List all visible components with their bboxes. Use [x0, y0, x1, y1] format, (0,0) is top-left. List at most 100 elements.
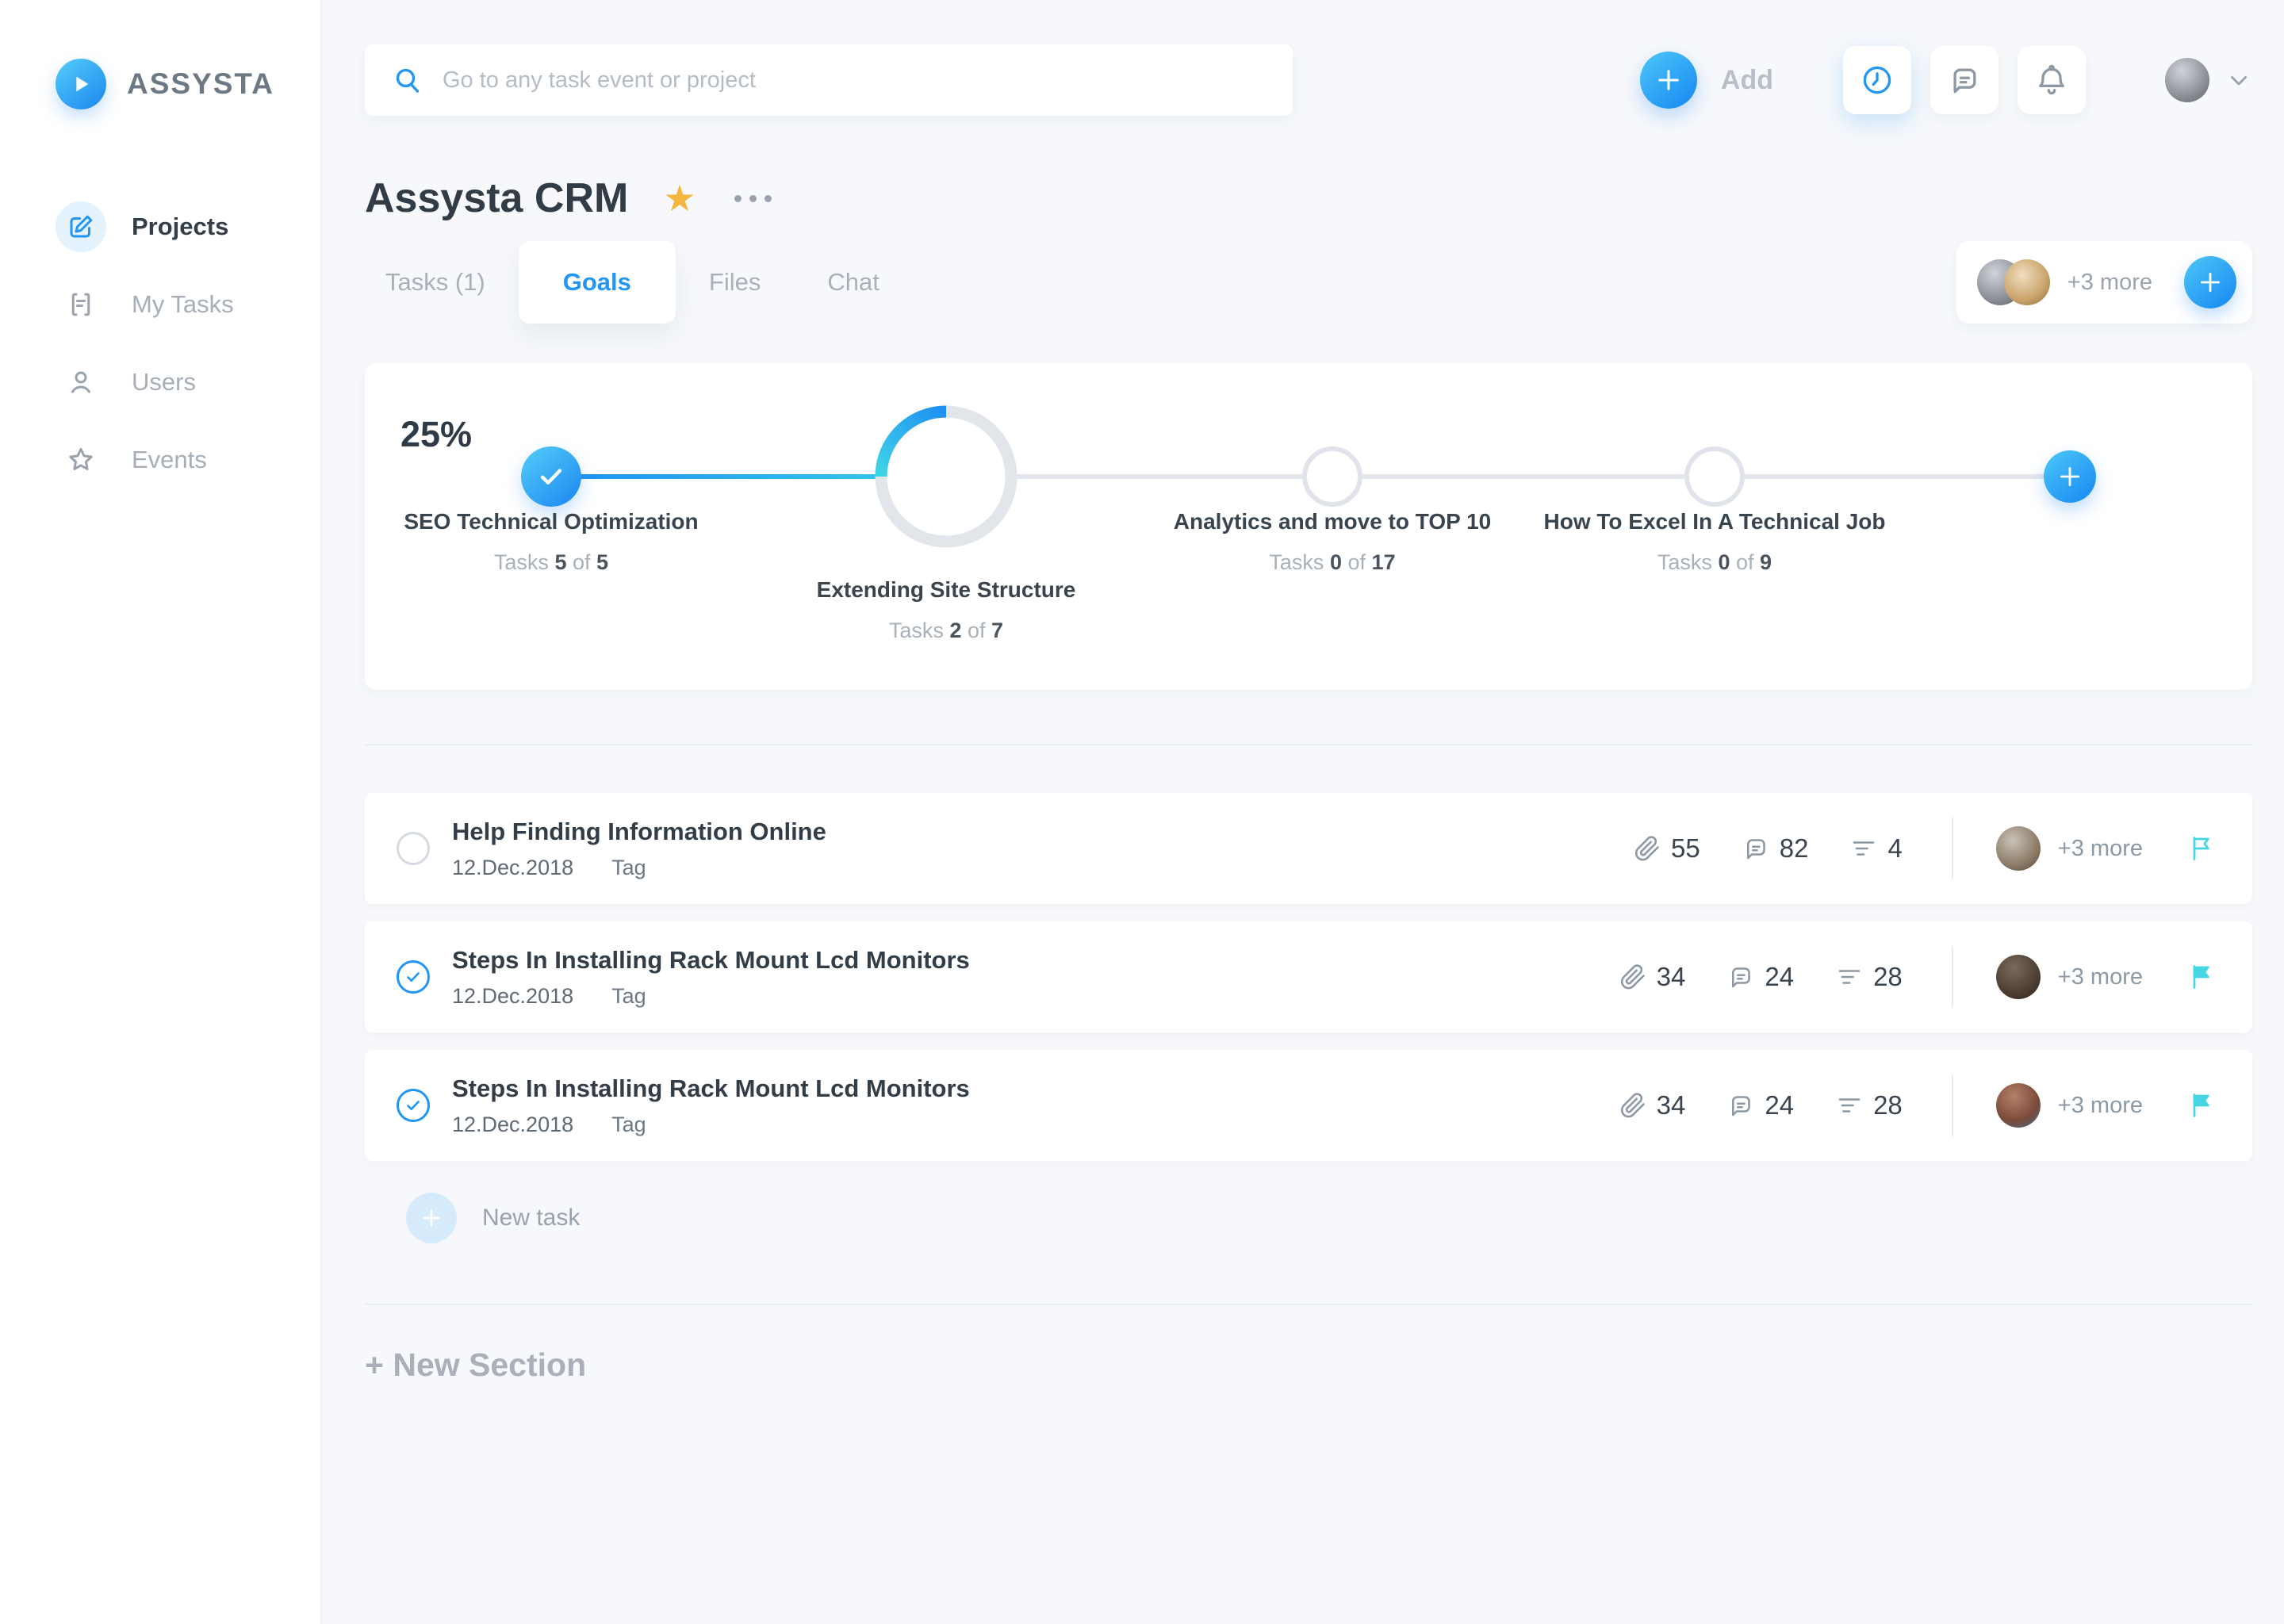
task-text: Steps In Installing Rack Mount Lcd Monit… — [452, 946, 970, 1009]
paperclip-icon — [1619, 1091, 1647, 1120]
milestone-pending-icon[interactable] — [1302, 446, 1362, 507]
sidebar-item-users[interactable]: Users — [56, 357, 320, 408]
flag-icon[interactable] — [2187, 834, 2216, 863]
task-tag[interactable]: Tag — [611, 1113, 646, 1137]
attachments-stat: 55 — [1633, 833, 1700, 864]
task-meta: 12.Dec.2018 Tag — [452, 1113, 970, 1137]
sidebar: ASSYSTA Projects My Tasks Users — [0, 0, 322, 1624]
milestone-label: Extending Site Structure Tasks 2 of 7 — [669, 577, 1224, 643]
new-section-button[interactable]: + New Section — [365, 1346, 586, 1384]
flag-icon[interactable] — [2187, 1091, 2216, 1120]
avatar — [2004, 259, 2050, 305]
play-logo-icon — [56, 59, 106, 109]
user-icon — [56, 357, 106, 408]
assignee-avatar[interactable] — [1996, 1083, 2041, 1128]
assignee-avatar[interactable] — [1996, 955, 2041, 999]
comments-stat: 82 — [1742, 833, 1809, 864]
milestone-progress: Tasks 2 of 7 — [669, 619, 1224, 643]
assignees-more-label[interactable]: +3 more — [2058, 1093, 2143, 1119]
task-tag[interactable]: Tag — [611, 856, 646, 880]
paperclip-icon — [1633, 834, 1661, 863]
add-button[interactable] — [1640, 52, 1697, 109]
paperclip-icon — [1619, 963, 1647, 991]
app-name: ASSYSTA — [127, 67, 274, 101]
task-date: 12.Dec.2018 — [452, 856, 573, 880]
task-stats: 34 24 28 +3 more — [1619, 1074, 2216, 1136]
chat-bubble-icon — [1726, 963, 1755, 991]
task-text: Steps In Installing Rack Mount Lcd Monit… — [452, 1074, 970, 1137]
task-row[interactable]: Steps In Installing Rack Mount Lcd Monit… — [365, 1050, 2252, 1161]
search-input[interactable] — [443, 67, 1266, 94]
milestone-title: SEO Technical Optimization — [274, 509, 829, 534]
milestone-title: How To Excel In A Technical Job — [1437, 509, 1992, 534]
task-checkbox[interactable] — [397, 1089, 430, 1122]
subtasks-stat: 28 — [1835, 1090, 1903, 1120]
main-area: Add — [322, 0, 2284, 1624]
comments-stat: 24 — [1726, 962, 1794, 992]
page-title: Assysta CRM — [365, 174, 628, 222]
add-milestone-button[interactable] — [2044, 450, 2096, 503]
tab-goals[interactable]: Goals — [519, 241, 676, 324]
new-task-button[interactable]: New task — [365, 1178, 2252, 1258]
milestone-title: Extending Site Structure — [669, 577, 1224, 603]
subtasks-list-icon — [1849, 834, 1878, 863]
comments-count: 24 — [1765, 962, 1794, 992]
task-checkbox[interactable] — [397, 960, 430, 994]
divider — [1952, 946, 1953, 1008]
sidebar-item-label: Events — [132, 446, 207, 474]
messages-button[interactable] — [1930, 46, 1998, 114]
task-row[interactable]: Help Finding Information Online 12.Dec.2… — [365, 793, 2252, 904]
subtasks-count: 4 — [1887, 833, 1902, 864]
header: Add — [365, 44, 2252, 116]
note-list-icon — [56, 279, 106, 330]
clock-icon — [1860, 63, 1895, 98]
sidebar-item-my-tasks[interactable]: My Tasks — [56, 279, 320, 330]
notifications-button[interactable] — [2018, 46, 2086, 114]
task-title: Steps In Installing Rack Mount Lcd Monit… — [452, 946, 970, 975]
more-options-icon[interactable] — [734, 195, 772, 202]
milestone-pending-icon[interactable] — [1684, 446, 1745, 507]
sidebar-item-events[interactable]: Events — [56, 435, 320, 485]
section-divider — [365, 1304, 2252, 1305]
add-member-button[interactable] — [2184, 256, 2236, 308]
task-row[interactable]: Steps In Installing Rack Mount Lcd Monit… — [365, 921, 2252, 1032]
task-text: Help Finding Information Online 12.Dec.2… — [452, 818, 826, 880]
task-stats: 55 82 4 +3 more — [1633, 818, 2216, 879]
flag-icon[interactable] — [2187, 963, 2216, 991]
divider — [1952, 1074, 1953, 1136]
member-avatars[interactable] — [1977, 259, 2050, 305]
chevron-down-icon — [2225, 67, 2252, 94]
edit-square-icon — [56, 201, 106, 252]
members-more-label[interactable]: +3 more — [2067, 270, 2152, 296]
milestone-complete-icon[interactable] — [521, 446, 581, 507]
task-meta: 12.Dec.2018 Tag — [452, 984, 970, 1009]
attachments-count: 34 — [1657, 962, 1686, 992]
tab-files[interactable]: Files — [676, 268, 794, 297]
task-title: Steps In Installing Rack Mount Lcd Monit… — [452, 1074, 970, 1103]
assignees-more-label[interactable]: +3 more — [2058, 964, 2143, 990]
assignees-more-label[interactable]: +3 more — [2058, 836, 2143, 862]
search-icon — [392, 64, 423, 96]
task-tag[interactable]: Tag — [611, 984, 646, 1009]
milestone-label: SEO Technical Optimization Tasks 5 of 5 — [274, 509, 829, 575]
comments-count: 24 — [1765, 1090, 1794, 1120]
task-checkbox[interactable] — [397, 832, 430, 865]
tab-tasks[interactable]: Tasks (1) — [365, 268, 519, 297]
subtasks-list-icon — [1835, 1091, 1864, 1120]
subtasks-count: 28 — [1873, 1090, 1903, 1120]
app-window: ASSYSTA Projects My Tasks Users — [0, 0, 2284, 1624]
star-outline-icon — [56, 435, 106, 485]
recent-activity-button[interactable] — [1843, 46, 1911, 114]
milestone-progress-ring[interactable] — [875, 405, 1017, 548]
favorite-star-icon[interactable]: ★ — [663, 180, 696, 216]
user-menu[interactable] — [2165, 58, 2252, 102]
tab-chat[interactable]: Chat — [794, 268, 912, 297]
sidebar-item-projects[interactable]: Projects — [56, 201, 320, 252]
comments-stat: 24 — [1726, 1090, 1794, 1120]
chat-bubble-icon — [1726, 1091, 1755, 1120]
header-icon-buttons — [1843, 46, 2086, 114]
task-title: Help Finding Information Online — [452, 818, 826, 846]
assignee-avatar[interactable] — [1996, 826, 2041, 871]
comments-count: 82 — [1780, 833, 1809, 864]
new-task-label: New task — [482, 1205, 580, 1231]
